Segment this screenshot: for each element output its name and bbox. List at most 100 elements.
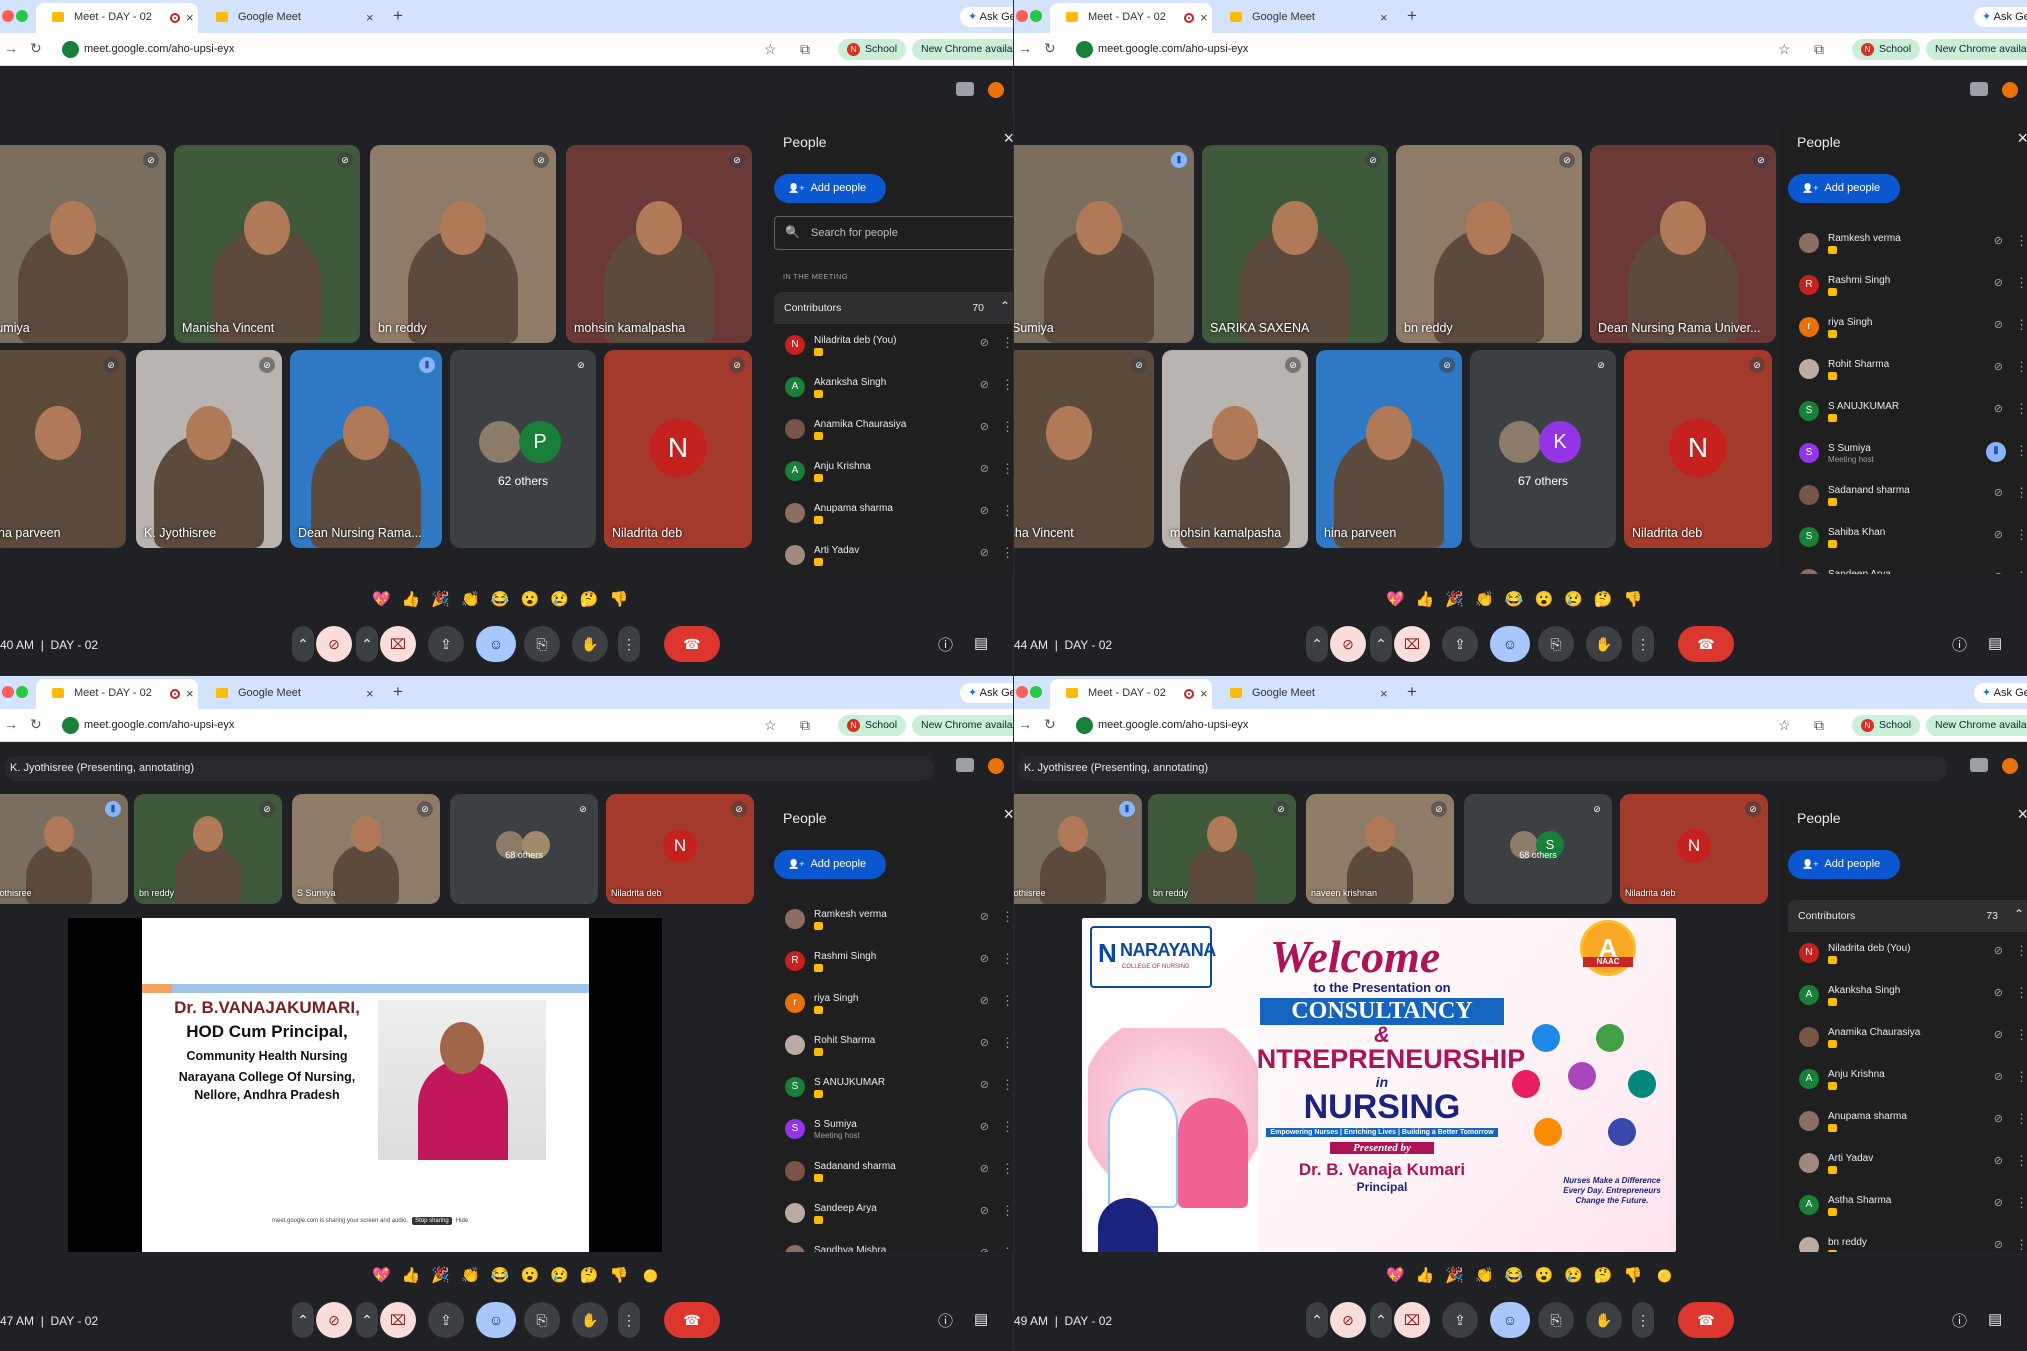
school-profile-chip[interactable]: N School [1852, 715, 1921, 736]
emoji-reaction-icon[interactable]: 😂 [1505, 591, 1535, 608]
chevron-up-icon[interactable]: ⌃ [356, 626, 378, 662]
mic-off-icon[interactable]: ⊘ [980, 1246, 989, 1252]
url-field[interactable]: meet.google.com/aho-upsi-eyx [60, 40, 234, 60]
more-options-button[interactable]: ⋮ [1632, 1302, 1654, 1338]
close-dot[interactable] [2, 10, 14, 22]
chat-icon[interactable]: ▤ [1988, 634, 2002, 652]
close-dot[interactable] [1016, 10, 1028, 22]
emoji-reaction-icon[interactable]: 🤔 [580, 591, 610, 608]
emoji-button[interactable]: ☺ [1490, 626, 1530, 662]
mic-off-icon[interactable]: ⊘ [1994, 1028, 2003, 1041]
search-people-input[interactable]: Search for people [774, 216, 1013, 250]
camera-off-button[interactable]: ⌧ [1394, 1302, 1430, 1338]
participant-row[interactable]: A Akanksha Singh ⊘ ⋮ [774, 366, 1013, 408]
maximize-dot[interactable] [16, 686, 28, 698]
tab-google-meet[interactable]: Google Meet × [1214, 3, 1394, 33]
more-options-icon[interactable]: ⋮ [2015, 443, 2027, 459]
emoji-reaction-icon[interactable]: 💖 [372, 591, 402, 608]
emoji-reaction-icon[interactable]: 👎 [1624, 591, 1654, 608]
emoji-reaction-icon[interactable]: 👎 [1624, 1267, 1654, 1284]
tab-meet[interactable]: Meet - DAY - 02 × [1050, 3, 1212, 33]
close-tab-icon[interactable]: × [366, 10, 374, 25]
emoji-reaction-icon[interactable]: 😂 [1505, 1267, 1535, 1284]
emoji-reaction-icon[interactable]: 👏 [461, 591, 491, 608]
chevron-up-icon[interactable]: ⌃ [1306, 1302, 1328, 1338]
emoji-reaction-icon[interactable]: 😢 [1564, 591, 1594, 608]
more-options-icon[interactable]: ⋮ [1001, 461, 1013, 477]
update-chrome-chip[interactable]: New Chrome availab [912, 715, 1013, 736]
meeting-info-icon[interactable]: ⓘ [938, 634, 953, 655]
participant-tile[interactable]: mohsin kamalpasha ⊘ [566, 145, 752, 343]
reactions-bar[interactable]: 💖👍🎉👏😂😮😢🤔👎 [1386, 590, 1653, 610]
participant-tile[interactable]: Dean Nursing Rama Univer... ⊘ [1590, 145, 1776, 343]
more-options-icon[interactable]: ⋮ [2015, 485, 2027, 501]
meeting-info-icon[interactable]: ⓘ [1952, 1310, 1967, 1331]
school-profile-chip[interactable]: N School [838, 715, 907, 736]
emoji-reaction-icon[interactable]: 👎 [610, 1267, 640, 1284]
more-options-icon[interactable]: ⋮ [1001, 1161, 1013, 1177]
participant-tile[interactable]: bn reddy ⊘ [1396, 145, 1582, 343]
more-options-icon[interactable]: ⋮ [2015, 1195, 2027, 1211]
chat-icon[interactable]: ▤ [1988, 1310, 2002, 1328]
present-screen-button[interactable]: ⇪ [1442, 626, 1478, 662]
captions-button[interactable]: ⎘ [524, 1302, 560, 1338]
new-tab-icon[interactable]: + [393, 682, 403, 702]
more-options-icon[interactable]: ⋮ [2015, 527, 2027, 543]
more-options-icon[interactable]: ⋮ [2015, 943, 2027, 959]
raise-hand-button[interactable]: ✋ [572, 626, 608, 662]
emoji-button[interactable]: ☺ [476, 626, 516, 662]
reload-icon[interactable]: ↻ [1044, 40, 1056, 57]
close-tab-icon[interactable]: × [1200, 686, 1208, 701]
more-options-icon[interactable]: ⋮ [2015, 1153, 2027, 1169]
new-tab-icon[interactable]: + [1407, 682, 1417, 702]
mic-off-icon[interactable]: ⊘ [1994, 234, 2003, 247]
meeting-info-icon[interactable]: ⓘ [1952, 634, 1967, 655]
participant-tile[interactable]: N Niladrita deb ⊘ [1624, 350, 1772, 548]
mic-off-icon[interactable]: ⊘ [1994, 1196, 2003, 1209]
more-options-icon[interactable]: ⋮ [2015, 1111, 2027, 1127]
cast-icon[interactable]: ⧉ [1814, 41, 1824, 58]
forward-icon[interactable]: → [4, 40, 18, 56]
participant-tile[interactable]: bn reddy ⊘ [134, 794, 282, 904]
tab-meet[interactable]: Meet - DAY - 02 × [36, 679, 198, 709]
mic-off-icon[interactable]: ⊘ [980, 336, 989, 349]
ask-gemini-button[interactable]: ✦ Ask Ge [1974, 683, 2027, 703]
chevron-up-icon[interactable]: ⌃ [292, 1302, 314, 1338]
participant-row[interactable]: Sandhya Mishra ⊘ ⋮ [774, 1234, 1013, 1252]
emoji-reaction-icon[interactable]: 🤔 [1594, 591, 1624, 608]
more-options-icon[interactable]: ⋮ [1001, 1119, 1013, 1135]
captions-button[interactable]: ⎘ [524, 626, 560, 662]
emoji-button[interactable]: ☺ [1490, 1302, 1530, 1338]
url-field[interactable]: meet.google.com/aho-upsi-eyx [1074, 40, 1248, 60]
participant-row[interactable]: Sandeep Arya ⊘ ⋮ [774, 1192, 1013, 1234]
close-icon[interactable]: × [2017, 804, 2027, 825]
raise-hand-button[interactable]: ✋ [572, 1302, 608, 1338]
participant-row[interactable]: Sandeep Arya ⊘ ⋮ [1788, 558, 2027, 574]
meeting-info-icon[interactable]: ⓘ [938, 1310, 953, 1331]
present-screen-button[interactable]: ⇪ [1442, 1302, 1478, 1338]
mic-off-icon[interactable]: ⊘ [980, 952, 989, 965]
ask-gemini-button[interactable]: ✦ Ask Ge [960, 683, 1013, 703]
emoji-reaction-icon[interactable]: 🎉 [431, 591, 461, 608]
close-icon[interactable]: × [1003, 128, 1013, 149]
forward-icon[interactable]: → [1018, 716, 1032, 732]
leave-call-button[interactable]: ☎ [1678, 626, 1734, 662]
participant-row[interactable]: Arti Yadav ⊘ ⋮ [774, 534, 1013, 574]
add-people-button[interactable]: 👤+ Add people [1788, 850, 1901, 879]
camera-off-icon[interactable] [956, 82, 974, 96]
close-tab-icon[interactable]: × [366, 686, 374, 701]
tab-google-meet[interactable]: Google Meet × [200, 3, 380, 33]
add-people-button[interactable]: 👤+ Add people [774, 850, 887, 879]
participant-row[interactable]: N Niladrita deb (You) ⊘ ⋮ [1788, 932, 2027, 974]
maximize-dot[interactable] [16, 10, 28, 22]
ask-gemini-button[interactable]: ✦ Ask Ge [1974, 7, 2027, 27]
bookmark-star-icon[interactable]: ☆ [764, 717, 777, 734]
speaking-icon[interactable]: ⦀ [1986, 442, 2006, 462]
participant-row[interactable]: Ramkesh verma ⊘ ⋮ [1788, 222, 2027, 264]
more-options-icon[interactable]: ⋮ [1001, 545, 1013, 561]
participant-tile[interactable]: naveen krishnan ⊘ [1306, 794, 1454, 904]
effects-icon[interactable] [2002, 758, 2018, 774]
more-options-icon[interactable]: ⋮ [2015, 401, 2027, 417]
emoji-reaction-icon[interactable]: 😂 [491, 591, 521, 608]
mic-off-icon[interactable]: ⊘ [1994, 402, 2003, 415]
